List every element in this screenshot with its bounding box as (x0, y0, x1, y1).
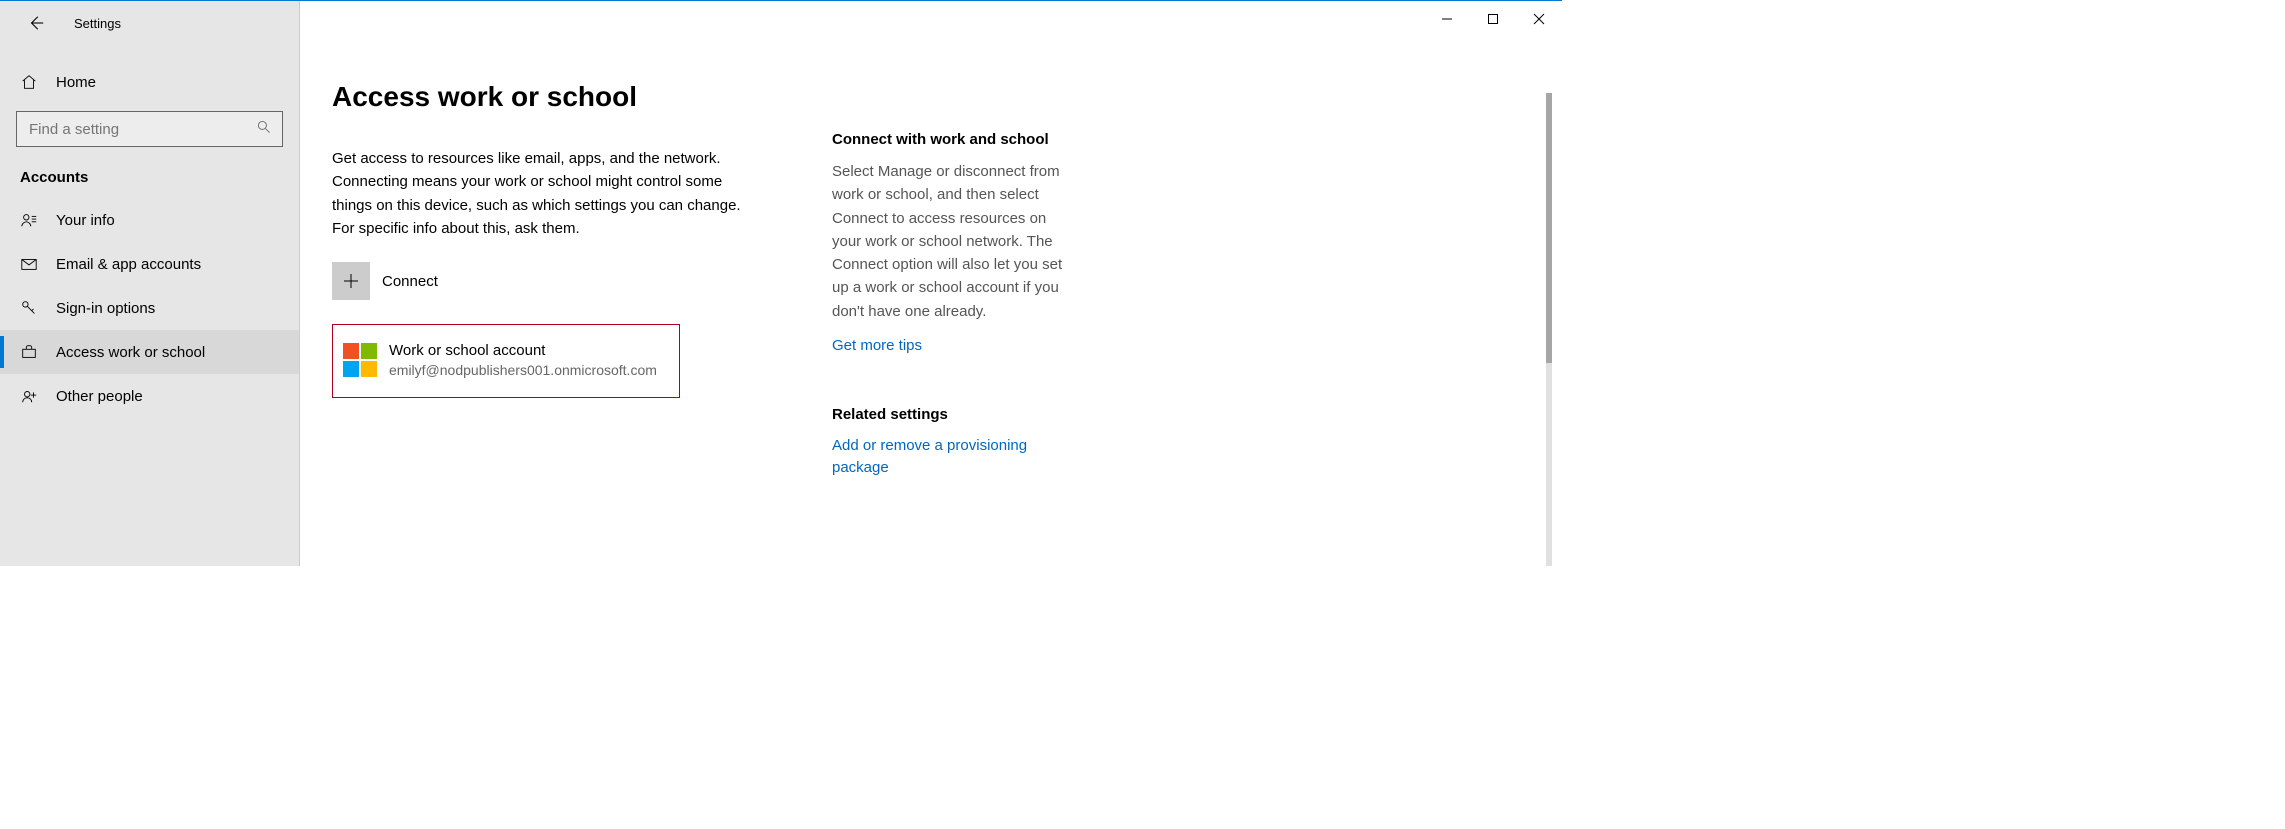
window-title: Settings (74, 16, 121, 31)
sidebar-item-label: Access work or school (56, 344, 205, 361)
sidebar-item-access-work-school[interactable]: Access work or school (0, 330, 299, 374)
people-icon (20, 387, 38, 405)
minimize-button[interactable] (1424, 3, 1470, 35)
account-title: Work or school account (389, 341, 657, 361)
maximize-button[interactable] (1470, 3, 1516, 35)
sidebar-item-label: Email & app accounts (56, 256, 201, 273)
account-email: emilyf@nodpublishers001.onmicrosoft.com (389, 361, 657, 379)
sidebar-home[interactable]: Home (0, 59, 299, 105)
back-button[interactable] (22, 9, 50, 37)
right-pane: Connect with work and school Select Mana… (832, 81, 1552, 566)
sidebar-section-heading: Accounts (0, 147, 299, 194)
account-entry[interactable]: Work or school account emilyf@nodpublish… (332, 324, 680, 398)
sidebar-item-email-accounts[interactable]: Email & app accounts (0, 242, 299, 286)
sidebar-item-label: Your info (56, 212, 115, 229)
sidebar-item-label: Sign-in options (56, 300, 155, 317)
sidebar-home-label: Home (56, 74, 96, 91)
search-icon (256, 119, 272, 140)
mail-icon (20, 255, 38, 273)
get-more-tips-link[interactable]: Get more tips (832, 337, 1540, 354)
search-box[interactable] (16, 111, 283, 147)
sidebar-item-label: Other people (56, 388, 143, 405)
sidebar-item-other-people[interactable]: Other people (0, 374, 299, 418)
right-connect-heading: Connect with work and school (832, 131, 1540, 148)
page-title: Access work or school (332, 81, 832, 113)
person-icon (20, 211, 38, 229)
connect-label: Connect (382, 273, 438, 290)
connect-button[interactable]: Connect (332, 262, 832, 300)
plus-icon (332, 262, 370, 300)
key-icon (20, 299, 38, 317)
briefcase-icon (20, 343, 38, 361)
related-settings-heading: Related settings (832, 406, 1540, 423)
right-connect-text: Select Manage or disconnect from work or… (832, 160, 1072, 323)
provisioning-package-link[interactable]: Add or remove a provisioning package (832, 435, 1052, 480)
microsoft-logo-icon (343, 343, 377, 377)
close-button[interactable] (1516, 3, 1562, 35)
sidebar-item-sign-in-options[interactable]: Sign-in options (0, 286, 299, 330)
sidebar-item-your-info[interactable]: Your info (0, 198, 299, 242)
home-icon (20, 73, 38, 91)
scrollbar-thumb[interactable] (1546, 93, 1552, 363)
sidebar: Settings Home Accounts (0, 1, 300, 566)
search-input[interactable] (27, 120, 256, 139)
page-description: Get access to resources like email, apps… (332, 147, 752, 240)
